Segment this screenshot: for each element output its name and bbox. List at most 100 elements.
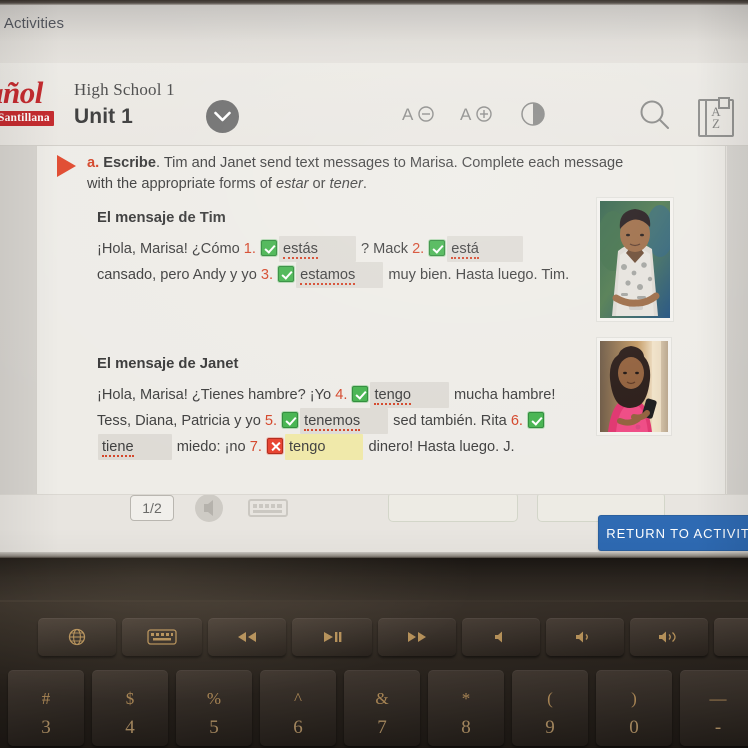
answer-status-correct-icon bbox=[528, 412, 545, 429]
page-indicator[interactable]: 1/2 bbox=[130, 495, 174, 521]
answer-field[interactable]: tiene bbox=[98, 434, 172, 461]
laptop-screen: o Activities añol Santillana High School… bbox=[0, 0, 748, 600]
glossary-letter-z: Z bbox=[712, 116, 720, 131]
activity-verb: Escribe bbox=[103, 155, 156, 171]
answer-field[interactable]: está bbox=[447, 236, 523, 263]
key-digit: - bbox=[714, 717, 722, 738]
blank-number: 3. bbox=[260, 267, 274, 284]
activity-instruction: a. Escribe. Tim and Janet send text mess… bbox=[87, 153, 627, 194]
key-minus[interactable]: — - bbox=[680, 670, 748, 746]
globe-icon bbox=[68, 628, 86, 646]
message-text: dinero! Hasta luego. J. bbox=[364, 439, 515, 456]
key-6[interactable]: ^ 6 bbox=[260, 670, 336, 746]
key-4[interactable]: $ 4 bbox=[92, 670, 168, 746]
play-pause-icon bbox=[324, 632, 342, 642]
answer-status-correct-icon bbox=[282, 412, 299, 429]
key-symbol: # bbox=[41, 689, 51, 708]
key-digit: 9 bbox=[545, 717, 555, 738]
return-to-activities-button[interactable]: RETURN TO ACTIVIT bbox=[598, 515, 748, 551]
volume-up-key[interactable] bbox=[630, 618, 708, 656]
answer-value: tengo bbox=[288, 439, 326, 456]
activity-verb-tener: tener bbox=[329, 175, 363, 192]
screen-bezel-top bbox=[0, 0, 748, 5]
key-0[interactable]: ) 0 bbox=[596, 670, 672, 746]
volume-down-icon bbox=[576, 631, 588, 643]
key-symbol: % bbox=[206, 689, 222, 708]
glossary-icon[interactable]: A Z bbox=[698, 97, 734, 137]
answer-field[interactable]: estamos bbox=[296, 262, 384, 289]
laptop-keyboard: # 3 $ 4 % 5 ^ 6 & 7 * 8 (9) 0 — - bbox=[0, 558, 748, 748]
message-body: ¡Hola, Marisa! ¿Cómo 1. estás ? Mack 2. … bbox=[97, 236, 577, 289]
keyboard-number-row: # 3 $ 4 % 5 ^ 6 & 7 * 8 (9) 0 — - bbox=[0, 670, 748, 748]
fast-forward-icon bbox=[408, 632, 426, 642]
message-text: ¡Hola, Marisa! ¿Cómo bbox=[97, 241, 244, 257]
activity-content-panel: a. Escribe. Tim and Janet send text mess… bbox=[36, 146, 726, 494]
photo-of-janet-texting-image bbox=[600, 341, 668, 432]
panel-gutter-right bbox=[727, 146, 748, 494]
key-digit: 4 bbox=[125, 717, 135, 738]
blank-number: 6. bbox=[510, 413, 523, 430]
answer-status-wrong-icon bbox=[266, 438, 283, 455]
play-triangle-icon[interactable] bbox=[57, 155, 76, 177]
volume-down-key[interactable] bbox=[546, 618, 624, 656]
key-8[interactable]: * 8 bbox=[428, 670, 504, 746]
message-title: El mensaje de Tim bbox=[97, 210, 226, 226]
key-7[interactable]: & 7 bbox=[344, 670, 420, 746]
keyboard-function-row bbox=[0, 618, 748, 664]
contrast-icon[interactable] bbox=[520, 101, 546, 127]
activity-marker: a. bbox=[87, 155, 100, 171]
answer-value: tenemos bbox=[304, 413, 361, 432]
answer-field[interactable]: tenemos bbox=[300, 408, 389, 435]
answer-field[interactable]: tengo bbox=[370, 382, 449, 409]
activity-conjunction: or bbox=[308, 175, 330, 192]
browser-tab-label[interactable]: o Activities bbox=[0, 15, 64, 32]
blank-number: 4. bbox=[335, 387, 348, 403]
key-symbol: ) bbox=[631, 689, 637, 708]
key-9[interactable]: ( 9 bbox=[512, 670, 588, 746]
answer-field[interactable]: estás bbox=[279, 236, 356, 263]
blank-number: 2. bbox=[412, 241, 425, 257]
key-digit: 7 bbox=[377, 717, 387, 738]
message-text: miedo: ¡no bbox=[172, 439, 250, 456]
fast-forward-key[interactable] bbox=[378, 618, 456, 656]
key-symbol: ^ bbox=[294, 689, 302, 708]
blank-number: 7. bbox=[249, 439, 262, 456]
message-text: sed también. Rita bbox=[389, 413, 511, 430]
message-block-janet: El mensaje de Janet ¡Hola, Marisa! ¿Tien… bbox=[97, 356, 577, 461]
search-icon[interactable] bbox=[638, 98, 672, 132]
screen-bottom-edge bbox=[0, 552, 748, 558]
svg-text:A: A bbox=[402, 105, 414, 124]
text-decrease-icon[interactable]: A bbox=[402, 103, 436, 125]
audio-speaker-icon[interactable] bbox=[192, 495, 226, 523]
text-increase-icon[interactable]: A bbox=[460, 103, 494, 125]
play-pause-key[interactable] bbox=[292, 618, 372, 656]
message-text: muy bien. Hasta luego. Tim. bbox=[384, 267, 570, 284]
keyboard-hinge bbox=[0, 558, 748, 602]
key-3[interactable]: # 3 bbox=[8, 670, 84, 746]
message-text: ¡Hola, Marisa! ¿Tienes hambre? ¡Yo bbox=[97, 387, 336, 403]
onscreen-keyboard-icon[interactable] bbox=[248, 497, 288, 519]
browser-chrome-bar: o Activities bbox=[0, 5, 748, 63]
activity-verb-estar: estar bbox=[276, 175, 309, 192]
globe-key[interactable] bbox=[38, 618, 116, 656]
mute-key[interactable] bbox=[462, 618, 540, 656]
rewind-icon bbox=[238, 632, 256, 642]
key-digit: 5 bbox=[209, 717, 219, 738]
key-symbol: — bbox=[709, 689, 727, 708]
rewind-key[interactable] bbox=[208, 618, 286, 656]
mute-icon bbox=[495, 631, 502, 643]
answer-value: tiene bbox=[102, 439, 134, 458]
key-5[interactable]: % 5 bbox=[176, 670, 252, 746]
key-digit: 3 bbox=[41, 717, 51, 738]
key-digit: 0 bbox=[629, 717, 639, 738]
keyboard-backlight-key[interactable] bbox=[122, 618, 202, 656]
answer-value: está bbox=[451, 241, 479, 259]
lock-key[interactable] bbox=[714, 618, 748, 656]
message-text: cansado, pero Andy y yo bbox=[97, 267, 261, 284]
answer-status-correct-icon bbox=[429, 240, 446, 256]
photo-janet bbox=[597, 338, 671, 435]
toolbar-ghost-button-a[interactable] bbox=[388, 495, 518, 522]
key-symbol: $ bbox=[125, 689, 135, 708]
key-symbol: ( bbox=[547, 689, 553, 708]
answer-field-wrong[interactable]: tengo bbox=[284, 434, 364, 461]
